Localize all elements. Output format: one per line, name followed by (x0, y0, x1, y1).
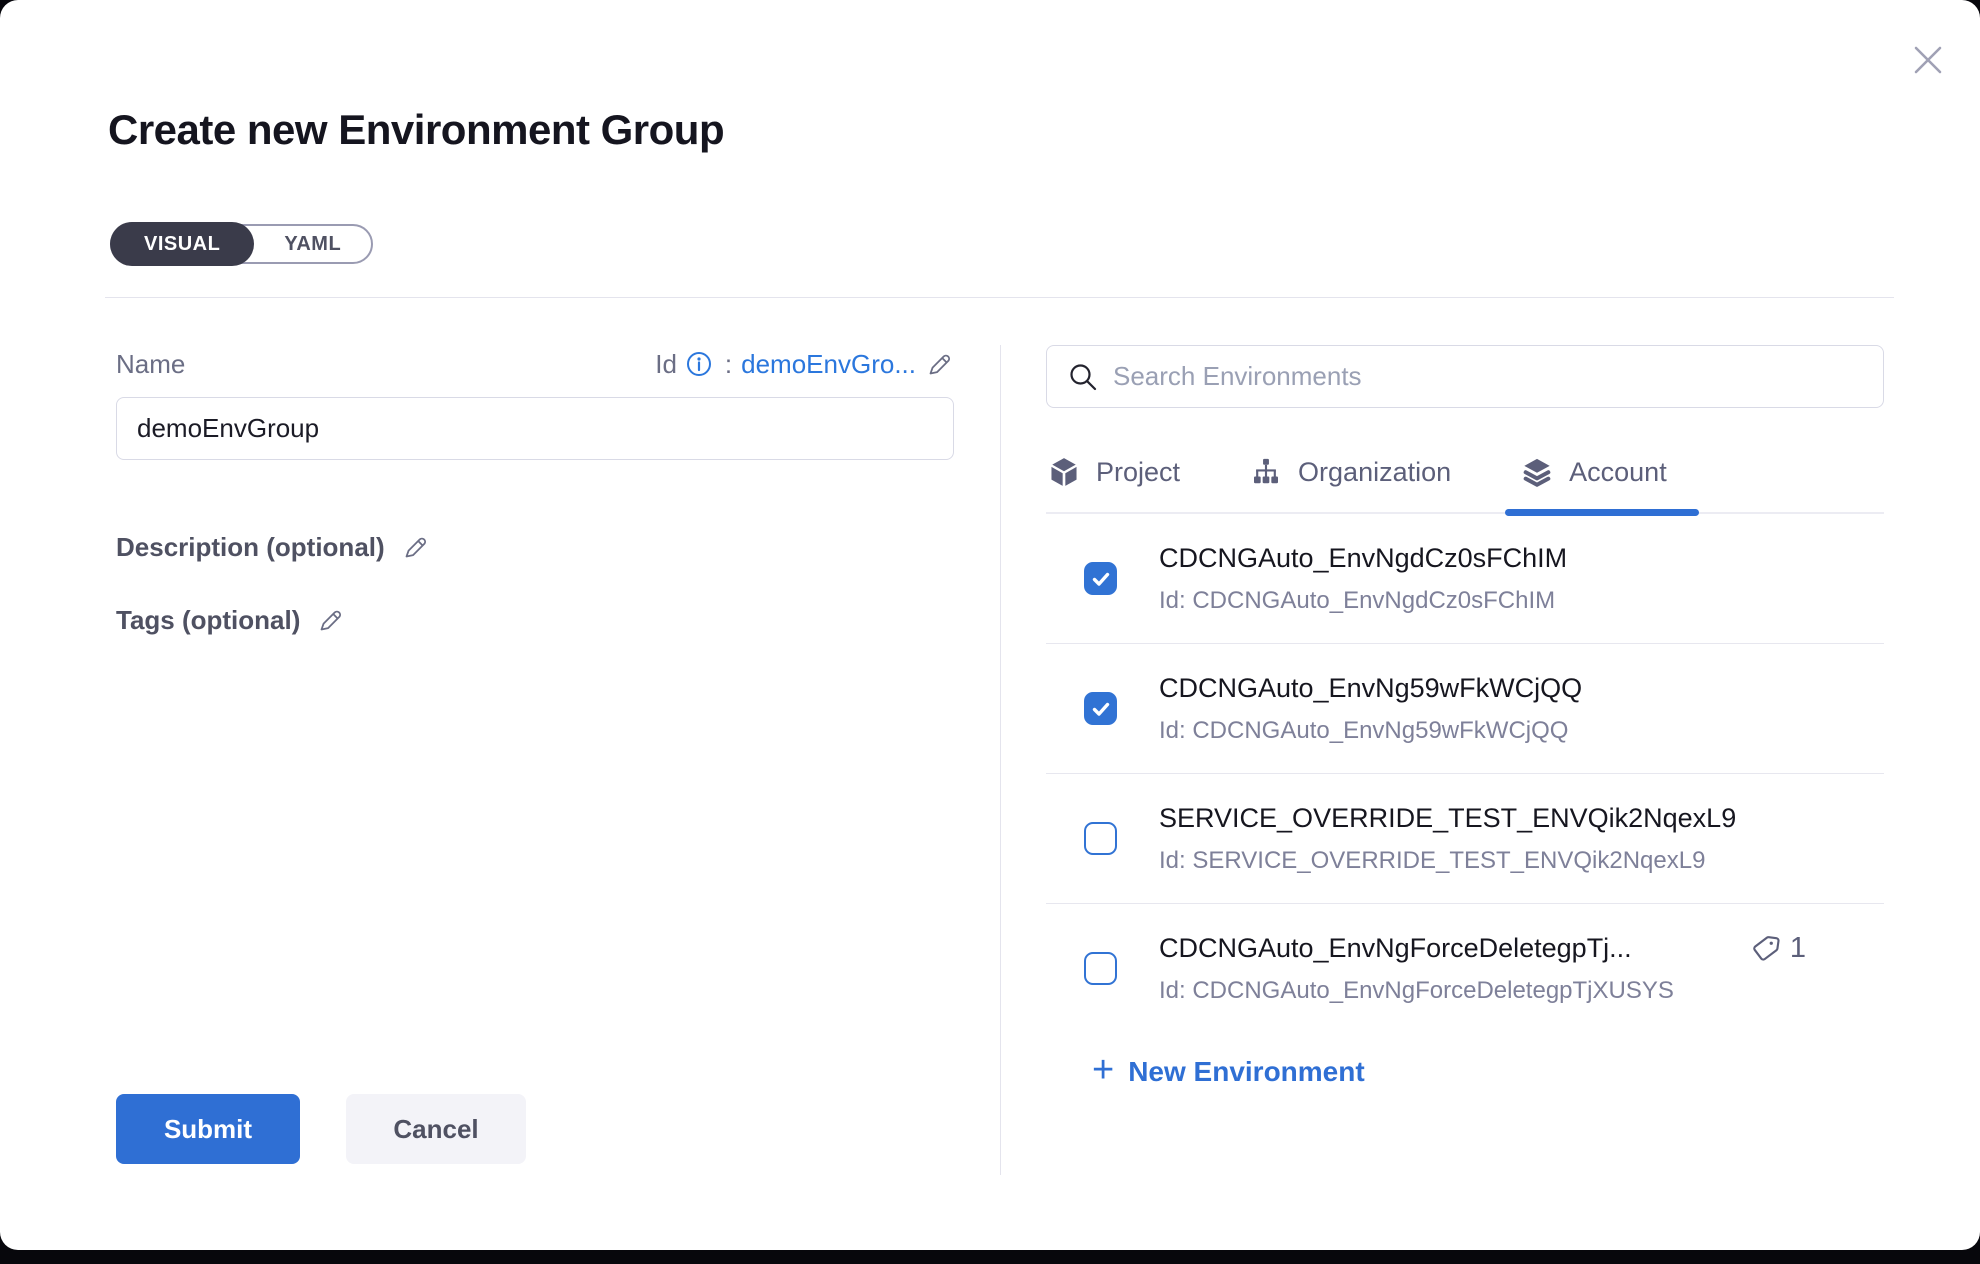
environment-row[interactable]: SERVICE_OVERRIDE_TEST_ENVQik2NqexL9 Id: … (1046, 774, 1884, 904)
environment-checkbox[interactable] (1084, 952, 1117, 985)
tab-project-label: Project (1096, 457, 1180, 488)
edit-id-pencil-icon[interactable] (925, 350, 954, 379)
new-environment-button[interactable]: + New Environment (1092, 1054, 1365, 1089)
environment-row[interactable]: CDCNGAuto_EnvNgForceDeletegpTj... Id: CD… (1046, 904, 1884, 1012)
environment-checkbox[interactable] (1084, 692, 1117, 725)
environment-row[interactable]: CDCNGAuto_EnvNgdCz0sFChIM Id: CDCNGAuto_… (1046, 514, 1884, 644)
search-box (1046, 345, 1884, 408)
tab-organization-label: Organization (1298, 457, 1451, 488)
create-environment-group-dialog: Create new Environment Group VISUAL YAML… (0, 0, 1980, 1250)
search-environments-input[interactable] (1047, 346, 1883, 407)
environment-name: CDCNGAuto_EnvNgForceDeletegpTj... (1159, 933, 1674, 964)
layers-icon (1521, 456, 1553, 488)
environment-row[interactable]: CDCNGAuto_EnvNg59wFkWCjQQ Id: CDCNGAuto_… (1046, 644, 1884, 774)
edit-description-pencil-icon[interactable] (401, 533, 430, 562)
cube-icon (1048, 456, 1080, 488)
tag-count-badge: 1 (1751, 932, 1806, 965)
tag-count: 1 (1790, 932, 1806, 965)
toggle-option-yaml[interactable]: YAML (254, 224, 371, 264)
name-input[interactable] (116, 397, 954, 460)
environment-checkbox[interactable] (1084, 562, 1117, 595)
tab-project[interactable]: Project (1046, 448, 1182, 512)
search-icon (1067, 361, 1099, 393)
id-colon: : (725, 349, 732, 380)
dialog-actions: Submit Cancel (116, 1094, 526, 1164)
sitemap-icon (1250, 456, 1282, 488)
scope-tabs: Project Organization (1046, 448, 1884, 514)
environment-id: Id: SERVICE_OVERRIDE_TEST_ENVQik2NqexL9 (1159, 847, 1736, 875)
edit-tags-pencil-icon[interactable] (316, 606, 345, 635)
environment-id: Id: CDCNGAuto_EnvNgForceDeletegpTjXUSYS (1159, 977, 1674, 1005)
description-label: Description (optional) (116, 532, 385, 563)
panel-divider (1000, 345, 1001, 1175)
environments-panel: Project Organization (1046, 345, 1884, 1089)
id-value-link[interactable]: demoEnvGro... (741, 349, 916, 380)
environment-name: CDCNGAuto_EnvNgdCz0sFChIM (1159, 543, 1567, 574)
visual-yaml-toggle: VISUAL YAML (110, 224, 373, 264)
toggle-option-visual[interactable]: VISUAL (110, 222, 254, 266)
environment-checkbox[interactable] (1084, 822, 1117, 855)
info-icon[interactable] (686, 351, 712, 377)
close-icon[interactable] (1906, 38, 1950, 82)
environment-list: CDCNGAuto_EnvNgdCz0sFChIM Id: CDCNGAuto_… (1046, 514, 1884, 1012)
tab-organization[interactable]: Organization (1248, 448, 1453, 512)
environment-id: Id: CDCNGAuto_EnvNg59wFkWCjQQ (1159, 717, 1582, 745)
form-section: Name Id : demoEnvGro... (116, 344, 954, 636)
id-label: Id (655, 349, 677, 380)
dialog-title: Create new Environment Group (108, 106, 724, 154)
header-divider (105, 297, 1894, 298)
tab-account[interactable]: Account (1519, 448, 1669, 512)
tag-icon (1751, 934, 1781, 964)
tags-label: Tags (optional) (116, 605, 300, 636)
name-label: Name (116, 349, 185, 380)
submit-button[interactable]: Submit (116, 1094, 300, 1164)
plus-icon: + (1092, 1051, 1114, 1089)
environment-id: Id: CDCNGAuto_EnvNgdCz0sFChIM (1159, 587, 1567, 615)
environment-name: CDCNGAuto_EnvNg59wFkWCjQQ (1159, 673, 1582, 704)
id-group: Id : demoEnvGro... (655, 349, 954, 380)
new-environment-label: New Environment (1128, 1056, 1364, 1088)
tab-account-label: Account (1569, 457, 1667, 488)
cancel-button[interactable]: Cancel (346, 1094, 526, 1164)
environment-name: SERVICE_OVERRIDE_TEST_ENVQik2NqexL9 (1159, 803, 1736, 834)
